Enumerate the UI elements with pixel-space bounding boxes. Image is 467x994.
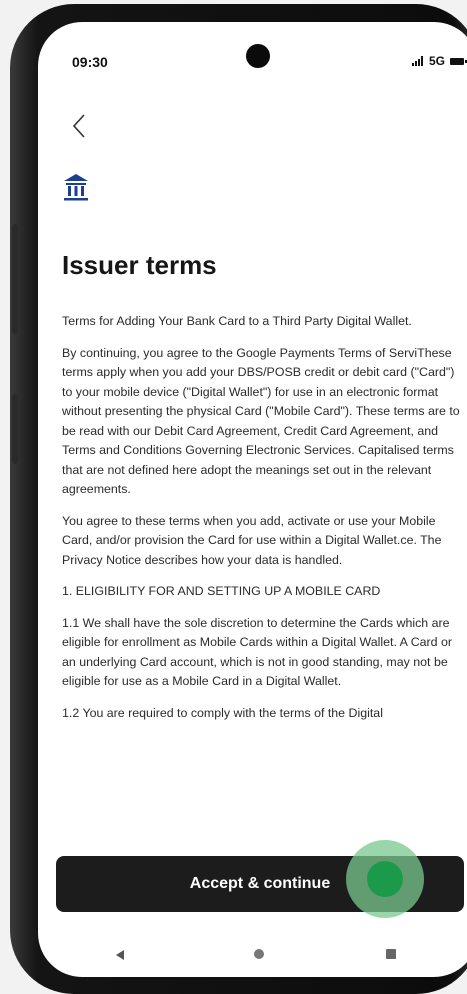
status-icons: 5G [411, 54, 467, 68]
nav-recents-icon[interactable] [386, 949, 396, 959]
network-label: 5G [428, 54, 445, 68]
volume-button [12, 224, 18, 334]
tap-indicator-dot [367, 861, 403, 897]
terms-paragraph: Terms for Adding Your Bank Card to a Thi… [62, 314, 412, 328]
page-title: Issuer terms [62, 250, 217, 280]
terms-section-heading: 1. ELIGIBILITY FOR AND SETTING UP A MOBI… [62, 584, 381, 598]
chevron-left-icon [72, 114, 85, 138]
bank-building-icon [64, 174, 88, 201]
signal-icon [411, 56, 423, 66]
back-button[interactable] [64, 108, 94, 144]
tap-indicator [346, 840, 424, 918]
system-nav-bar [38, 934, 467, 974]
terms-paragraph: 1.2 You are required to comply with the … [62, 705, 383, 720]
front-camera [246, 44, 270, 68]
screen: 09:30 5G Issuer terms Terms for Adding Y… [38, 22, 467, 977]
battery-icon [450, 57, 467, 65]
terms-content[interactable]: Terms for Adding Your Bank Card to a Thi… [62, 312, 466, 852]
phone-frame: 09:30 5G Issuer terms Terms for Adding Y… [10, 4, 467, 994]
status-time: 09:30 [72, 54, 108, 70]
status-bar: 09:30 5G [38, 22, 467, 92]
nav-home-icon[interactable] [254, 949, 264, 959]
terms-paragraph: 1.1 We shall have the sole discretion to… [62, 615, 453, 689]
terms-paragraph: By continuing, you agree to the Google P… [62, 345, 460, 497]
power-button [12, 394, 18, 464]
terms-paragraph: You agree to these terms when you add, a… [62, 513, 442, 567]
nav-back-icon[interactable] [116, 950, 124, 960]
